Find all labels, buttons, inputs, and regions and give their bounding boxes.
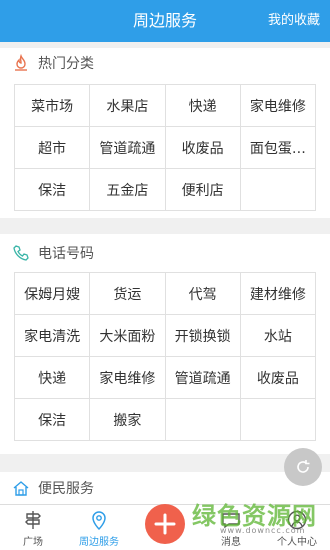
hot-item[interactable]: 管道疏通: [90, 127, 166, 169]
hot-item[interactable]: 五金店: [90, 169, 166, 211]
convenience-services-title: 便民服务: [38, 481, 94, 497]
phone-item[interactable]: 保姆月嫂: [15, 273, 91, 315]
hot-item[interactable]: 保洁: [15, 169, 91, 211]
plus-icon: [154, 513, 176, 535]
phone-item[interactable]: 管道疏通: [165, 357, 241, 399]
location-pin-icon: [92, 511, 106, 531]
refresh-icon: [297, 460, 310, 473]
hot-item[interactable]: 菜市场: [15, 85, 91, 127]
tab-label: 周边服务: [79, 537, 119, 548]
refresh-button[interactable]: [284, 448, 322, 486]
hot-item[interactable]: 收废品: [165, 127, 241, 169]
phone-item[interactable]: 水站: [240, 315, 316, 357]
site-watermark: 绿色资源网 www.downcc.com: [192, 496, 328, 535]
phone-item[interactable]: 代驾: [165, 273, 241, 315]
hot-item-empty: [240, 169, 316, 211]
tab-label: 个人中心: [277, 537, 317, 548]
tab-square[interactable]: 广场: [0, 505, 66, 550]
phone-item[interactable]: 建材维修: [240, 273, 316, 315]
hot-categories-section: 热门分类 菜市场 水果店 快递 家电维修 超市 管道疏通 收废品 面包蛋… 保洁…: [0, 48, 330, 218]
hot-item[interactable]: 快递: [165, 85, 241, 127]
hot-categories-header: 热门分类: [0, 48, 330, 78]
phone-item[interactable]: 家电清洗: [15, 315, 91, 357]
phone-item-empty: [240, 399, 316, 441]
phone-item[interactable]: 收废品: [240, 357, 316, 399]
phone-item[interactable]: 家电维修: [90, 357, 166, 399]
publish-plus-button[interactable]: [145, 504, 185, 544]
hot-item[interactable]: 家电维修: [240, 85, 316, 127]
phone-item[interactable]: 保洁: [15, 399, 91, 441]
house-icon: [13, 481, 29, 496]
tab-label: 广场: [23, 537, 43, 548]
my-favorites-button[interactable]: 我的收藏: [268, 0, 320, 42]
top-bar: 周边服务 我的收藏: [0, 0, 330, 42]
watermark-url: www.downcc.com: [220, 526, 306, 535]
phone-numbers-title: 电话号码: [38, 246, 94, 262]
tab-nearby-services[interactable]: 周边服务: [66, 505, 132, 550]
hot-categories-grid: 菜市场 水果店 快递 家电维修 超市 管道疏通 收废品 面包蛋… 保洁 五金店 …: [14, 84, 316, 211]
signpost-icon: [25, 511, 41, 529]
hot-item[interactable]: 便利店: [165, 169, 241, 211]
phone-item[interactable]: 大米面粉: [90, 315, 166, 357]
phone-item-empty: [165, 399, 241, 441]
hot-item[interactable]: 面包蛋…: [240, 127, 316, 169]
tab-label: 消息: [221, 537, 241, 548]
phone-numbers-header: 电话号码: [0, 234, 330, 272]
phone-item[interactable]: 搬家: [90, 399, 166, 441]
phone-numbers-grid: 保姆月嫂 货运 代驾 建材维修 家电清洗 大米面粉 开锁换锁 水站 快递 家电维…: [14, 272, 316, 441]
phone-icon: [13, 245, 29, 261]
hot-categories-title: 热门分类: [38, 56, 94, 72]
hot-item[interactable]: 超市: [15, 127, 91, 169]
phone-item[interactable]: 货运: [90, 273, 166, 315]
hot-item[interactable]: 水果店: [90, 85, 166, 127]
phone-numbers-section: 电话号码 保姆月嫂 货运 代驾 建材维修 家电清洗 大米面粉 开锁换锁 水站 快…: [0, 234, 330, 454]
phone-item[interactable]: 开锁换锁: [165, 315, 241, 357]
phone-item[interactable]: 快递: [15, 357, 91, 399]
flame-icon: [15, 54, 27, 71]
